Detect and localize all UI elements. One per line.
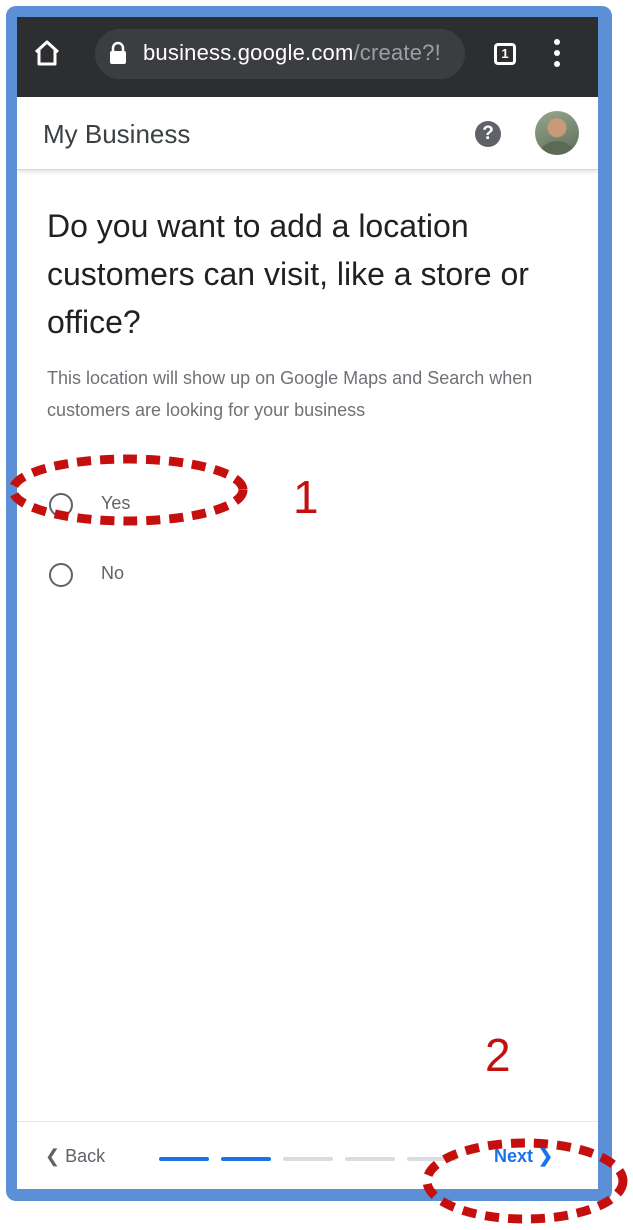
phone-screen: business.google.com/create?! 1 My Busine… — [17, 17, 598, 1189]
annotation-number-2: 2 — [485, 1029, 511, 1081]
footer-bar: ❮ Back Next ❯ — [17, 1121, 598, 1189]
app-header: My Business ? — [17, 97, 598, 170]
progress-step-1 — [159, 1157, 209, 1161]
overflow-menu-icon[interactable] — [553, 39, 561, 71]
option-yes-label: Yes — [101, 493, 131, 513]
step-progress — [159, 1157, 459, 1161]
annotation-number-1: 1 — [293, 471, 319, 523]
chevron-left-icon: ❮ — [45, 1146, 66, 1166]
lock-icon — [110, 41, 126, 64]
back-button[interactable]: ❮ Back — [45, 1146, 105, 1167]
next-label: Next — [494, 1146, 534, 1166]
browser-toolbar: business.google.com/create?! 1 — [17, 17, 598, 97]
radio-yes[interactable] — [49, 493, 73, 517]
help-icon[interactable]: ? — [475, 121, 501, 147]
url-text[interactable]: business.google.com/create?! — [143, 40, 441, 66]
back-label: Back — [65, 1146, 106, 1166]
question-heading: Do you want to add a location customers … — [47, 208, 529, 340]
app-title: My Business — [43, 119, 191, 149]
question-description: This location will show up on Google Map… — [47, 368, 533, 420]
tab-switcher-icon[interactable]: 1 — [494, 43, 516, 65]
radio-no[interactable] — [49, 563, 73, 587]
progress-step-4 — [345, 1157, 395, 1161]
progress-step-5 — [407, 1157, 457, 1161]
option-no-label: No — [101, 563, 125, 583]
progress-step-2 — [221, 1157, 271, 1161]
home-icon[interactable] — [33, 39, 61, 67]
progress-step-3 — [283, 1157, 333, 1161]
avatar[interactable] — [535, 111, 579, 155]
chevron-right-icon: ❯ — [533, 1146, 554, 1166]
url-path: /create?! — [353, 40, 441, 65]
next-button[interactable]: Next ❯ — [494, 1146, 553, 1167]
url-host: business.google.com — [143, 40, 354, 65]
